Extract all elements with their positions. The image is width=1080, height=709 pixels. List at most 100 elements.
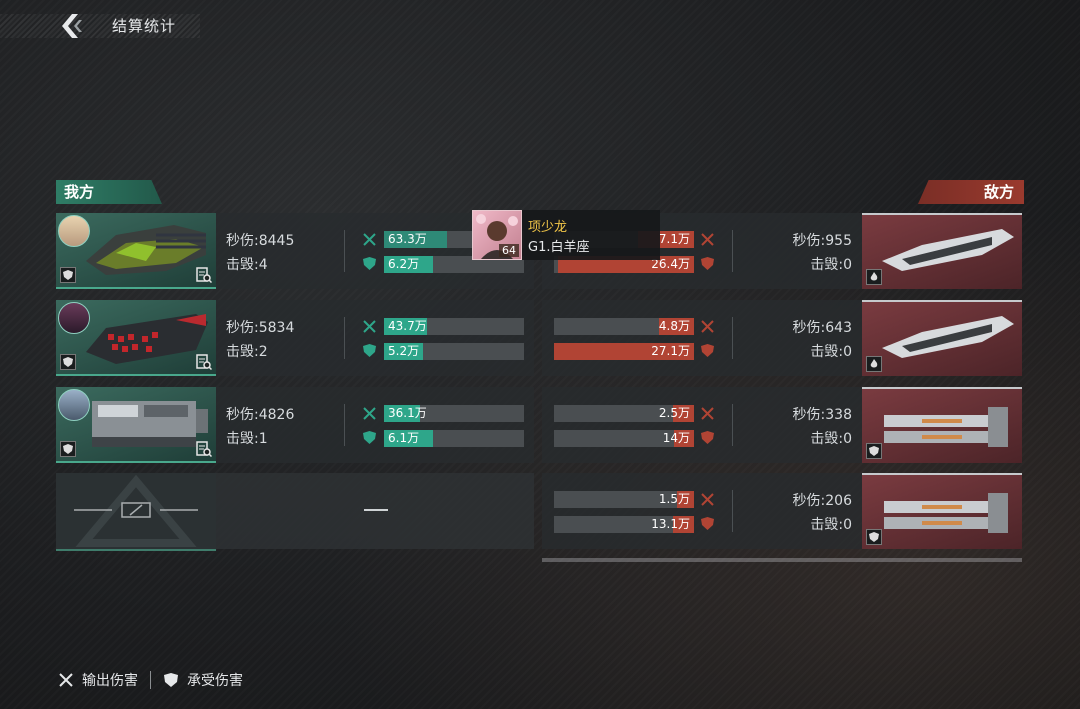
- enemy-ship-card[interactable]: [862, 473, 1022, 549]
- flame-class-icon: [866, 356, 882, 372]
- empty-ally-slot: [56, 473, 534, 551]
- ally-row: 秒伤:5834 击毁:2 43.7万 5.2万: [56, 300, 534, 376]
- kills-value: 击毁:0: [810, 517, 852, 533]
- dps-value: 秒伤:338: [792, 407, 852, 423]
- ally-side-label: 我方: [56, 180, 162, 204]
- ship-stats: 秒伤:338 击毁:0: [793, 403, 852, 451]
- kills-value: 击毁:0: [810, 344, 852, 360]
- dps-value: 秒伤:955: [792, 233, 852, 249]
- damage-out-value: 7.1万: [658, 232, 690, 246]
- ship-image: [86, 314, 208, 364]
- details-search-icon[interactable]: [196, 441, 213, 458]
- details-search-icon[interactable]: [196, 267, 213, 284]
- empty-placeholder-dash: [364, 509, 388, 511]
- enemy-row: 4.8万 27.1万 秒伤:643 击毁:0: [542, 300, 1022, 376]
- damage-taken-icon: [701, 344, 714, 357]
- damage-out-value: 36.1万: [388, 406, 427, 420]
- damage-out-bar: 1.5万: [554, 491, 694, 508]
- divider: [344, 230, 345, 272]
- ship-stats: 秒伤:643 击毁:0: [793, 316, 852, 364]
- back-arrow-icon: [62, 14, 82, 38]
- damage-out-bar: 2.5万: [554, 405, 694, 422]
- swords-icon: [59, 673, 73, 687]
- ally-ship-card[interactable]: [56, 300, 216, 376]
- enemy-ship-card[interactable]: [862, 387, 1022, 463]
- damage-out-value: 4.8万: [658, 319, 690, 333]
- damage-taken-icon: [701, 257, 714, 270]
- damage-taken-value: 13.1万: [651, 517, 690, 531]
- dps-value: 秒伤:8445: [226, 233, 295, 249]
- ship-stats: 秒伤:955 击毁:0: [793, 229, 852, 277]
- flame-class-icon: [866, 269, 882, 285]
- damage-out-icon: [363, 233, 376, 246]
- damage-out-value: 63.3万: [388, 232, 427, 246]
- captain-tooltip: 64 项少龙 G1.白羊座: [472, 210, 660, 260]
- enemy-ship-card[interactable]: [862, 213, 1022, 289]
- legend-damage-taken: 承受伤害: [187, 673, 243, 689]
- divider: [732, 317, 733, 359]
- damage-taken-value: 5.2万: [388, 344, 420, 358]
- dps-value: 秒伤:4826: [226, 407, 295, 423]
- details-search-icon[interactable]: [196, 354, 213, 371]
- damage-taken-icon: [363, 431, 376, 444]
- shield-class-icon: [866, 529, 882, 545]
- kills-value: 击毁:0: [810, 431, 852, 447]
- scroll-peek-row: [542, 558, 1022, 562]
- damage-taken-icon: [363, 344, 376, 357]
- ally-row: 秒伤:8445 击毁:4 63.3万 6.2万: [56, 213, 534, 289]
- divider: [344, 317, 345, 359]
- dps-value: 秒伤:5834: [226, 320, 295, 336]
- kills-value: 击毁:1: [226, 431, 268, 447]
- ally-ship-card[interactable]: [56, 213, 216, 289]
- captain-name: 项少龙: [528, 220, 568, 235]
- captain-level: 64: [499, 244, 519, 257]
- damage-taken-value: 6.2万: [388, 257, 420, 271]
- captain-server: G1.白羊座: [528, 240, 590, 255]
- empty-ship-card: [56, 473, 216, 551]
- ship-stats: 秒伤:8445 击毁:4: [226, 229, 294, 277]
- shield-icon: [164, 673, 178, 687]
- ship-image: [884, 407, 1008, 447]
- damage-taken-bar: 13.1万: [554, 516, 694, 533]
- ship-image: [86, 225, 206, 275]
- kills-value: 击毁:2: [226, 344, 268, 360]
- divider: [732, 230, 733, 272]
- ship-stats: 秒伤:4826 击毁:1: [226, 403, 294, 451]
- page-title: 结算统计: [112, 17, 177, 35]
- damage-out-bar: 4.8万: [554, 318, 694, 335]
- damage-out-value: 1.5万: [658, 492, 690, 506]
- damage-taken-icon: [363, 257, 376, 270]
- ally-row: 秒伤:4826 击毁:1 36.1万 6.1万: [56, 387, 534, 463]
- damage-taken-icon: [701, 517, 714, 530]
- captain-avatar: 64: [472, 210, 522, 260]
- damage-taken-bar: 6.1万: [384, 430, 524, 447]
- damage-taken-value: 27.1万: [651, 344, 690, 358]
- ally-ship-card[interactable]: [56, 387, 216, 463]
- dps-value: 秒伤:643: [792, 320, 852, 336]
- empty-slot-icon: [74, 474, 198, 547]
- damage-taken-value: 6.1万: [388, 431, 420, 445]
- damage-out-bar: 36.1万: [384, 405, 524, 422]
- damage-out-bar: 43.7万: [384, 318, 524, 335]
- enemy-side-label: 敌方: [918, 180, 1024, 204]
- legend-divider: [150, 671, 151, 689]
- dps-value: 秒伤:206: [792, 493, 852, 509]
- ship-image: [882, 316, 1014, 358]
- damage-taken-bar: 5.2万: [384, 343, 524, 360]
- kills-value: 击毁:0: [810, 257, 852, 273]
- enemy-ship-card[interactable]: [862, 300, 1022, 376]
- damage-out-icon: [363, 407, 376, 420]
- back-button[interactable]: [58, 12, 84, 40]
- damage-out-icon: [701, 407, 714, 420]
- legend-damage-out: 输出伤害: [82, 673, 138, 689]
- divider: [732, 404, 733, 446]
- shield-class-icon: [60, 267, 76, 283]
- damage-out-icon: [701, 233, 714, 246]
- damage-out-value: 43.7万: [388, 319, 427, 333]
- legend: 输出伤害 承受伤害: [58, 670, 243, 690]
- damage-taken-bar: 14万: [554, 430, 694, 447]
- damage-taken-icon: [701, 431, 714, 444]
- enemy-row: 2.5万 14万 秒伤:338 击毁:0: [542, 387, 1022, 463]
- divider: [344, 404, 345, 446]
- damage-out-icon: [701, 493, 714, 506]
